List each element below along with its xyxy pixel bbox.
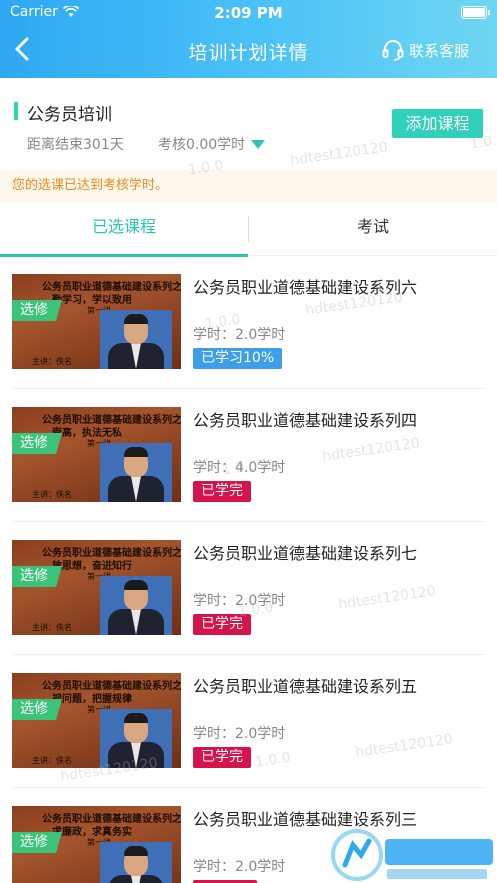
course-hours: 学时：2.0学时 <box>193 327 286 343</box>
status-bar: Carrier 2:09 PM <box>0 0 497 26</box>
course-status-badge: 已学完 <box>193 614 251 635</box>
course-title[interactable]: 公务员职业道德基础建设系列四 <box>193 407 417 431</box>
plan-remaining-days: 距离结束301天 <box>27 137 124 153</box>
thumbnail-caption: 主讲：佚名 <box>32 756 72 765</box>
course-item[interactable]: 公务员职业道德基础建设系列之 勤学习，学以致用 第一讲 主讲：佚名 选修 公务员… <box>12 256 485 389</box>
contact-service-label: 联系客服 <box>408 41 469 60</box>
thumbnail-caption: 主讲：佚名 <box>32 623 72 632</box>
course-hours: 学时：2.0学时 <box>193 859 286 875</box>
course-title[interactable]: 公务员职业道德基础建设系列六 <box>193 274 417 298</box>
triangle-down-icon[interactable] <box>251 139 266 149</box>
thumbnail-caption: 主讲：佚名 <box>32 357 72 366</box>
elective-tag: 选修 <box>12 433 62 454</box>
lecturer-image <box>100 310 172 369</box>
app-header: Carrier 2:09 PM 培训计划详情 联系客服 <box>0 0 497 78</box>
thumbnail-caption: 勤学习，学以致用 <box>52 295 132 306</box>
thumbnail-caption: 视问题，把握规律 <box>52 694 132 705</box>
plan-name: 公务员培训 <box>27 105 112 125</box>
course-item[interactable]: 公务员职业道德基础建设系列之 崇高，执法无私 第一讲 主讲：佚名 选修 公务员职… <box>12 389 485 522</box>
course-status-badge: 已学完 <box>193 747 251 768</box>
course-hours: 学时：4.0学时 <box>193 460 286 476</box>
headset-icon <box>382 40 404 61</box>
plan-assessment-label: 考核0.00学时 <box>158 137 246 153</box>
plan-accent-bar <box>14 102 18 120</box>
elective-tag: 选修 <box>12 300 62 321</box>
tab-selected-courses[interactable]: 已选课程 <box>0 202 248 257</box>
course-title[interactable]: 公务员职业道德基础建设系列七 <box>193 540 417 564</box>
tab-exam[interactable]: 考试 <box>249 202 497 256</box>
plan-assessment-hours[interactable]: 考核0.00学时 <box>158 134 266 154</box>
course-status-badge: 已学完 <box>193 481 251 502</box>
thumbnail-caption: 求廉政，求真务实 <box>52 827 132 838</box>
elective-tag: 选修 <box>12 566 62 587</box>
course-thumbnail[interactable]: 公务员职业道德基础建设系列之 求廉政，求真务实 第一讲 主讲：佚名 选修 <box>12 806 181 883</box>
site-logo-icon <box>331 829 493 881</box>
thumbnail-caption: 崇高，执法无私 <box>52 428 122 439</box>
thumbnail-caption: 放思想，奋进知行 <box>52 561 132 572</box>
battery-icon <box>461 6 490 19</box>
notice-banner: 您的选课已达到考核学时。 <box>0 170 497 202</box>
course-item[interactable]: 公务员职业道德基础建设系列之 视问题，把握规律 第一讲 主讲：佚名 选修 公务员… <box>12 655 485 788</box>
course-hours: 学时：2.0学时 <box>193 726 286 742</box>
course-title[interactable]: 公务员职业道德基础建设系列五 <box>193 673 417 697</box>
plan-info: 公务员培训 距离结束301天 考核0.00学时 添加课程 <box>0 78 497 170</box>
course-thumbnail[interactable]: 公务员职业道德基础建设系列之 崇高，执法无私 第一讲 主讲：佚名 选修 <box>12 407 181 502</box>
lecturer-image <box>100 443 172 502</box>
lecturer-image <box>100 576 172 635</box>
course-thumbnail[interactable]: 公务员职业道德基础建设系列之 放思想，奋进知行 第一讲 主讲：佚名 选修 <box>12 540 181 635</box>
contact-service-button[interactable]: 联系客服 <box>381 38 469 62</box>
elective-tag: 选修 <box>12 832 62 853</box>
course-item[interactable]: 公务员职业道德基础建设系列之 放思想，奋进知行 第一讲 主讲：佚名 选修 公务员… <box>12 522 485 655</box>
course-list: 公务员职业道德基础建设系列之 勤学习，学以致用 第一讲 主讲：佚名 选修 公务员… <box>0 256 497 883</box>
course-thumbnail[interactable]: 公务员职业道德基础建设系列之 视问题，把握规律 第一讲 主讲：佚名 选修 <box>12 673 181 768</box>
elective-tag: 选修 <box>12 699 62 720</box>
status-time: 2:09 PM <box>214 4 283 22</box>
thumbnail-caption: 主讲：佚名 <box>32 490 72 499</box>
lecturer-image <box>100 709 172 768</box>
lecturer-image <box>100 842 172 883</box>
tab-bar: 已选课程 考试 <box>0 202 497 257</box>
course-thumbnail[interactable]: 公务员职业道德基础建设系列之 勤学习，学以致用 第一讲 主讲：佚名 选修 <box>12 274 181 369</box>
course-hours: 学时：2.0学时 <box>193 593 286 609</box>
course-status-badge: 已学习10% <box>193 348 283 369</box>
add-course-button[interactable]: 添加课程 <box>392 109 483 138</box>
